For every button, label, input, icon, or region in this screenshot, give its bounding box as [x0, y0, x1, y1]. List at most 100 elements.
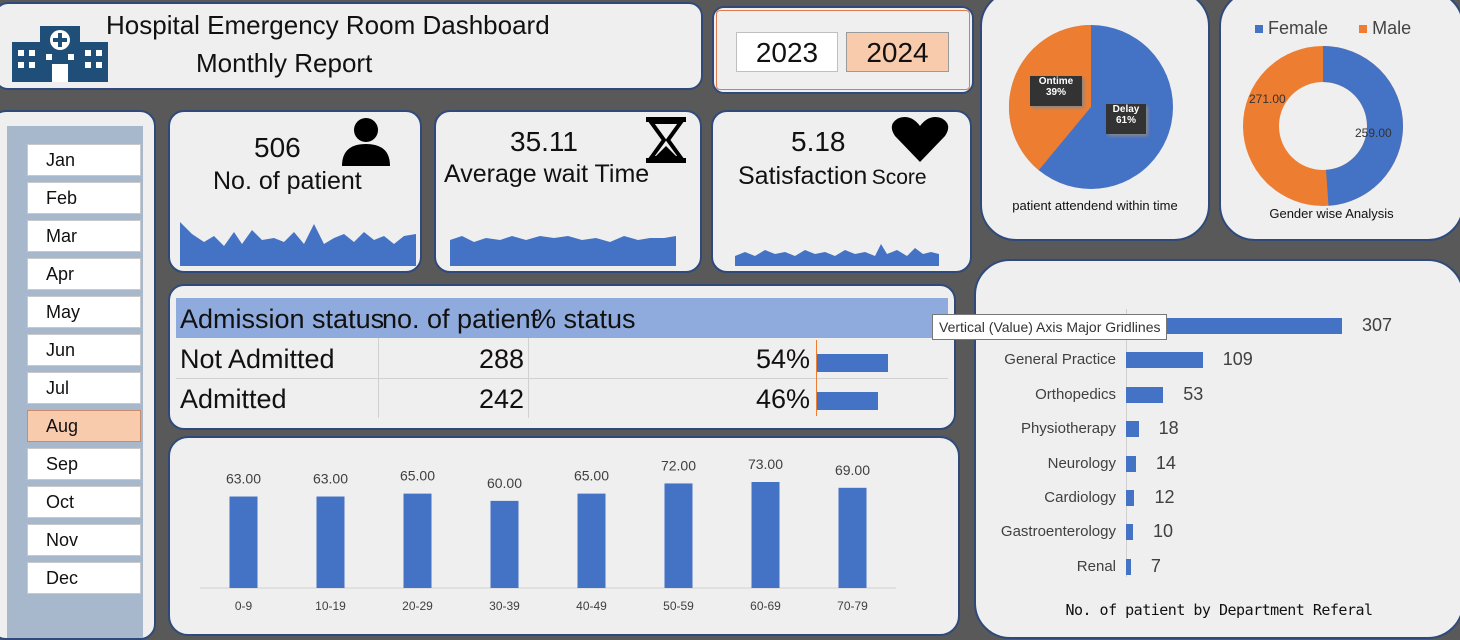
gender-legend: Female Male	[1255, 18, 1411, 39]
kpi-wait-label: Average wait Time	[444, 160, 650, 188]
month-button-jul[interactable]: Jul	[27, 372, 141, 404]
kpi-patients-card: 506 No. of patient	[168, 110, 422, 273]
month-button-feb[interactable]: Feb	[27, 182, 141, 214]
month-button-apr[interactable]: Apr	[27, 258, 141, 290]
month-button-dec[interactable]: Dec	[27, 562, 141, 594]
month-button-jun[interactable]: Jun	[27, 334, 141, 366]
chart-tooltip: Vertical (Value) Axis Major Gridlines	[932, 314, 1168, 340]
donut-label-male: 271.00	[1249, 92, 1286, 106]
dept-bar	[1126, 455, 1136, 472]
kpi-satisfaction-sparkline	[735, 244, 939, 266]
dept-value-label: 14	[1155, 452, 1176, 473]
age-group-bar-chart: 63.00 0-9 63.00 10-19 65.00 20-29 60.00 30-39 65…	[200, 456, 896, 613]
admission-header-status: Admission status	[180, 304, 385, 334]
age-bar-10-19	[316, 496, 345, 588]
admission-header-pct: % status	[532, 304, 636, 334]
admission-row1-status: Not Admitted	[180, 344, 335, 374]
month-button-aug[interactable]: Aug	[27, 410, 141, 442]
pie-label-ontime-pct: 39%	[1045, 87, 1066, 98]
age-category-label: 10-19	[315, 599, 346, 613]
age-category-label: 40-49	[576, 599, 607, 613]
kpi-satisfaction-card: 5.18 Satisfaction Score	[711, 110, 972, 273]
kpi-satisfaction-label-sub: Score	[871, 166, 927, 189]
age-category-label: 0-9	[235, 599, 253, 613]
age-category-label: 50-59	[663, 599, 694, 613]
month-button-jan[interactable]: Jan	[27, 144, 141, 176]
dashboard-title: Hospital Emergency Room Dashboard	[106, 10, 550, 40]
age-bar-40-49	[577, 493, 606, 588]
kpi-patients-sparkline	[180, 222, 416, 266]
month-button-nov[interactable]: Nov	[27, 524, 141, 556]
year-button-2024[interactable]: 2024	[846, 32, 949, 72]
dept-bar	[1126, 421, 1139, 438]
age-bar-value-label: 63.00	[226, 471, 261, 487]
pie-label-ontime: Ontime 39%	[1030, 76, 1082, 106]
kpi-patients-label: No. of patient	[213, 167, 362, 195]
kpi-wait-value: 35.11	[510, 126, 578, 157]
dept-label: General Practice	[1004, 351, 1116, 369]
pie-label-delay-name: Delay	[1112, 104, 1140, 115]
dept-value-label: 109	[1222, 349, 1253, 370]
dept-value-label: 12	[1154, 487, 1175, 507]
pie-label-ontime-name: Ontime	[1038, 76, 1074, 87]
pie-label-delay-pct: 61%	[1115, 115, 1136, 126]
dept-label: Cardiology	[1044, 489, 1116, 506]
legend-female-label: Female	[1268, 18, 1329, 38]
month-button-may[interactable]: May	[27, 296, 141, 328]
age-group-chart-card: 63.00 0-9 63.00 10-19 65.00 20-29 60.00 30-39 65…	[168, 436, 960, 636]
admission-row1-pct: 54%	[755, 344, 810, 374]
dept-bar	[1126, 558, 1131, 575]
pie-label-delay: Delay 61%	[1106, 104, 1146, 134]
dept-bar	[1126, 490, 1135, 506]
donut-label-female: 259.00	[1355, 126, 1392, 140]
month-button-sep[interactable]: Sep	[27, 448, 141, 480]
ontime-pie-caption: patient attendend within time	[1012, 198, 1178, 213]
admission-col-divider-1	[378, 338, 379, 418]
legend-male-label: Male	[1372, 18, 1412, 38]
dept-label: Orthopedics	[1035, 385, 1116, 403]
admission-row2-status: Admitted	[180, 384, 287, 414]
dept-value-label: 18	[1158, 418, 1179, 439]
admission-row2-pct: 46%	[755, 384, 810, 414]
person-icon	[342, 118, 390, 166]
age-category-label: 30-39	[489, 599, 520, 613]
dept-value-label: 7	[1150, 555, 1161, 576]
admission-col-divider-2	[528, 338, 529, 418]
dept-bar	[1126, 386, 1164, 403]
month-button-mar[interactable]: Mar	[27, 220, 141, 252]
dept-label: Physiotherapy	[1020, 420, 1116, 438]
kpi-satisfaction-label-main: Satisfaction	[738, 162, 868, 190]
dept-value-label: 53	[1183, 383, 1204, 404]
ontime-pie-card: Ontime 39% Delay 61% patient attendend w…	[980, 0, 1210, 241]
header-card: Hospital Emergency Room Dashboard Monthl…	[0, 2, 703, 90]
gender-donut-card: Female Male 271.00 259.00 Gender wise An…	[1219, 0, 1460, 241]
kpi-wait-card: 35.11 Average wait Time	[434, 110, 702, 273]
gender-donut-caption: Gender wise Analysis	[1269, 206, 1394, 221]
dept-chart-title: No. of patient by Department Referal	[1065, 601, 1373, 619]
dept-value-label: 307	[1362, 315, 1393, 335]
age-bar-value-label: 65.00	[574, 468, 609, 484]
age-category-label: 60-69	[750, 599, 781, 613]
age-category-label: 20-29	[402, 599, 433, 613]
age-bar-value-label: 60.00	[487, 475, 522, 491]
age-bar-0-9	[229, 496, 258, 588]
kpi-satisfaction-label: Satisfaction Score	[738, 162, 927, 191]
age-bar-50-59	[664, 483, 693, 588]
year-button-2023[interactable]: 2023	[736, 32, 838, 72]
dept-bar	[1126, 524, 1134, 541]
hospital-icon	[12, 26, 108, 82]
admission-row2-databar	[817, 392, 878, 410]
age-bar-value-label: 72.00	[661, 457, 696, 473]
month-button-oct[interactable]: Oct	[27, 486, 141, 518]
hourglass-icon	[646, 117, 686, 163]
month-slicer-panel: Jan Feb Mar Apr May Jun Jul Aug Sep Oct …	[7, 126, 143, 638]
admission-header-count: no. of patient	[382, 304, 539, 334]
dashboard-subtitle: Monthly Report	[196, 48, 373, 78]
ontime-pie-chart	[1008, 24, 1173, 189]
age-bar-value-label: 73.00	[748, 456, 783, 472]
year-slicer: 2023 2024	[712, 6, 974, 94]
age-bar-value-label: 63.00	[313, 471, 348, 487]
age-bar-value-label: 69.00	[835, 462, 870, 478]
admission-row1-databar	[817, 354, 889, 372]
heart-icon	[891, 117, 949, 162]
